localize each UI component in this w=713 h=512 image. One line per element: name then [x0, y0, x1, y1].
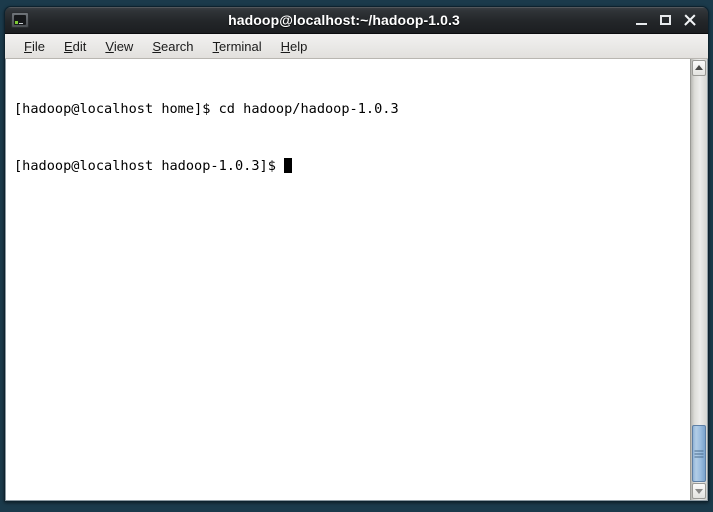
menu-label-rest: dit: [72, 38, 87, 54]
window-controls: [635, 13, 702, 27]
scrollbar-track[interactable]: [692, 77, 706, 482]
terminal-body: [hadoop@localhost home]$ cd hadoop/hadoo…: [5, 59, 708, 501]
terminal-output-area[interactable]: [hadoop@localhost home]$ cd hadoop/hadoo…: [6, 59, 690, 500]
menu-item-search[interactable]: Search: [144, 37, 202, 56]
maximize-button[interactable]: [659, 13, 672, 27]
scroll-down-arrow: [695, 489, 703, 494]
window-title: hadoop@localhost:~/hadoop-1.0.3: [228, 12, 460, 28]
scrollbar-grip-icon: [694, 450, 704, 458]
menu-label-rest: ile: [31, 38, 45, 54]
terminal-line-prompt: [hadoop@localhost hadoop-1.0.3]$: [14, 157, 690, 176]
terminal-line: [hadoop@localhost home]$ cd hadoop/hadoo…: [14, 101, 399, 117]
menu-label-rest: elp: [290, 38, 308, 54]
menubar: File Edit View Search Terminal Help: [5, 34, 708, 59]
scrollbar-thumb[interactable]: [692, 425, 706, 482]
terminal-cursor: [284, 158, 293, 173]
window-titlebar[interactable]: hadoop@localhost:~/hadoop-1.0.3: [5, 7, 708, 34]
terminal-window: hadoop@localhost:~/hadoop-1.0.3 File Edi…: [4, 6, 709, 502]
menu-label-rest: earch: [161, 38, 194, 54]
menu-item-view[interactable]: View: [97, 37, 142, 56]
minimize-button[interactable]: [635, 13, 648, 27]
menu-mnemonic: E: [63, 38, 73, 54]
menu-mnemonic: F: [24, 38, 32, 54]
menu-mnemonic: V: [105, 38, 114, 54]
menu-item-edit[interactable]: Edit: [56, 37, 95, 56]
terminal-icon: [11, 12, 29, 28]
terminal-scrollbar[interactable]: [690, 59, 707, 500]
close-button[interactable]: [683, 13, 696, 27]
terminal-prompt-text: [hadoop@localhost hadoop-1.0.3]$: [14, 158, 285, 174]
scroll-down-icon[interactable]: [692, 483, 706, 499]
scroll-up-arrow: [695, 65, 703, 70]
menu-label-rest: erminal: [219, 38, 262, 54]
menu-item-terminal[interactable]: Terminal: [205, 37, 271, 56]
menu-label-rest: iew: [113, 38, 134, 54]
menu-mnemonic: S: [152, 38, 161, 54]
scroll-up-icon[interactable]: [692, 60, 706, 76]
menu-item-file[interactable]: File: [16, 37, 54, 56]
menu-item-help[interactable]: Help: [273, 37, 317, 56]
menu-mnemonic: H: [280, 38, 291, 54]
terminal-icon-screen: [14, 15, 26, 25]
